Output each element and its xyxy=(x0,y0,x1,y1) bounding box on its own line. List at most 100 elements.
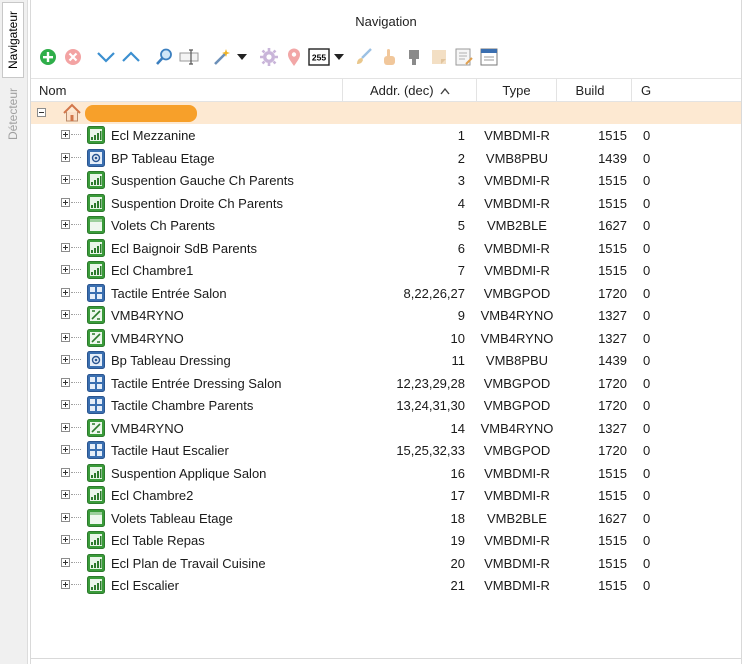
tree-root-row[interactable] xyxy=(31,102,741,124)
house-icon xyxy=(63,103,81,122)
locate-button[interactable] xyxy=(283,46,305,68)
expand-toggle[interactable] xyxy=(61,445,70,454)
expand-toggle[interactable] xyxy=(61,580,70,589)
expand-toggle[interactable] xyxy=(61,332,70,342)
expand-toggle[interactable] xyxy=(61,422,70,432)
move-down-button[interactable] xyxy=(95,46,117,68)
move-up-button[interactable] xyxy=(120,46,142,68)
document-edit-button[interactable] xyxy=(453,46,475,68)
expand-toggle[interactable] xyxy=(61,310,70,319)
expand-toggle[interactable] xyxy=(61,220,70,229)
remove-icon xyxy=(65,49,81,65)
expand-toggle[interactable] xyxy=(61,377,70,387)
address-button[interactable]: 255 xyxy=(308,46,330,68)
module-row[interactable]: Ecl Plan de Travail Cuisine 20 VMBDMI-R 151… xyxy=(31,552,741,575)
module-row[interactable]: Ecl Chambre2 17 VMBDMI-R 1515 0 xyxy=(31,484,741,507)
module-type: VMBDMI-R xyxy=(484,465,550,481)
expand-toggle[interactable] xyxy=(61,242,70,252)
expand-toggle[interactable] xyxy=(61,400,70,409)
wand-button[interactable] xyxy=(211,46,233,68)
expand-toggle[interactable] xyxy=(61,557,70,567)
expand-toggle[interactable] xyxy=(61,130,70,139)
module-row[interactable]: Ecl Chambre1 7 VMBDMI-R 1515 0 xyxy=(31,259,741,282)
module-g: 0 xyxy=(643,150,651,166)
search-button[interactable] xyxy=(153,46,175,68)
gear-icon xyxy=(260,48,278,66)
module-g: 0 xyxy=(643,398,651,413)
expand-toggle[interactable] xyxy=(61,535,70,544)
expand-toggle[interactable] xyxy=(61,467,70,477)
module-name: Ecl Baignoir SdB Parents xyxy=(111,240,257,256)
remove-button[interactable] xyxy=(62,46,84,68)
expand-toggle[interactable] xyxy=(61,287,70,297)
column-type[interactable]: Type xyxy=(477,79,557,101)
module-row[interactable]: VMB4RYNO 10 VMB4RYNO 1327 0 xyxy=(31,327,741,350)
tree-connector xyxy=(71,201,81,203)
expand-toggle[interactable] xyxy=(61,152,70,162)
address-dropdown[interactable] xyxy=(333,46,345,68)
tab-detecteur[interactable]: Détecteur xyxy=(2,80,24,148)
module-address: 18 xyxy=(450,510,465,526)
window-icon xyxy=(480,48,498,66)
tree-connector xyxy=(71,134,81,135)
module-row[interactable]: Tactile Entrée Dressing Salon 12,23,29,28… xyxy=(31,372,741,395)
column-nom[interactable]: Nom xyxy=(31,79,343,101)
module-row[interactable]: Volets Ch Parents 5 VMB2BLE 1627 0 xyxy=(31,214,741,237)
module-row[interactable]: VMB4RYNO 9 VMB4RYNO 1327 0 xyxy=(31,304,741,327)
module-row[interactable]: Volets Tableau Etage 18 VMB2BLE 1627 0 xyxy=(31,507,741,530)
module-row[interactable]: Ecl Escalier 21 VMBDMI-R 1515 0 xyxy=(31,574,741,597)
module-row[interactable]: Ecl Mezzanine 1 VMBDMI-R 1515 0 xyxy=(31,124,741,147)
module-tree: Ecl Mezzanine 1 VMBDMI-R 1515 0 BP Tableau Et… xyxy=(31,102,741,597)
module-row[interactable]: Suspention Gauche Ch Parents 3 VMBDMI-R 151… xyxy=(31,169,741,192)
module-row[interactable]: BP Tableau Etage 2 VMB8PBU 1439 0 xyxy=(31,147,741,170)
tab-navigateur[interactable]: Navigateur xyxy=(2,2,24,78)
window-button[interactable] xyxy=(478,46,500,68)
expand-toggle[interactable] xyxy=(61,265,70,274)
tree-connector xyxy=(71,584,81,585)
tree-connector xyxy=(71,269,81,270)
expand-toggle[interactable] xyxy=(61,355,70,364)
note-icon xyxy=(432,50,446,64)
module-name: Suspention Applique Salon xyxy=(111,465,267,481)
module-g: 0 xyxy=(643,263,651,278)
module-row[interactable]: Tactile Entrée Salon 8,22,26,27 VMBGPOD 172… xyxy=(31,282,741,305)
relay-icon xyxy=(87,418,105,437)
module-row[interactable]: Ecl Baignoir SdB Parents 6 VMBDMI-R 1515 0 xyxy=(31,237,741,260)
module-type: VMBDMI-R xyxy=(484,195,550,211)
module-row[interactable]: Ecl Table Repas 19 VMBDMI-R 1515 0 xyxy=(31,529,741,552)
module-build: 1515 xyxy=(598,578,627,593)
settings-button[interactable] xyxy=(258,46,280,68)
column-g[interactable]: G xyxy=(632,79,662,101)
module-row[interactable]: Suspention Applique Salon 16 VMBDMI-R 1515 0 xyxy=(31,462,741,485)
module-build: 1720 xyxy=(598,375,627,391)
module-type: VMBDMI-R xyxy=(484,578,550,593)
module-row[interactable]: Suspention Droite Ch Parents 4 VMBDMI-R 151… xyxy=(31,192,741,215)
module-address: 5 xyxy=(457,218,465,233)
module-build: 1439 xyxy=(598,353,627,368)
module-row[interactable]: Tactile Chambre Parents 13,24,31,30 VMBGPO… xyxy=(31,394,741,417)
wand-dropdown[interactable] xyxy=(236,46,248,68)
column-build[interactable]: Build xyxy=(557,79,632,101)
module-row[interactable]: Tactile Haut Escalier 15,25,32,33 VMBGPOD 1… xyxy=(31,439,741,462)
module-row[interactable]: VMB4RYNO 14 VMB4RYNO 1327 0 xyxy=(31,417,741,440)
column-header: Nom Addr. (dec) Type Build G xyxy=(31,78,741,102)
tree-connector xyxy=(71,381,81,383)
expand-toggle[interactable] xyxy=(61,197,70,207)
note-button[interactable] xyxy=(428,46,450,68)
address-badge-text: 255 xyxy=(312,53,326,63)
collapse-toggle[interactable] xyxy=(37,108,46,117)
stamp-button[interactable] xyxy=(403,46,425,68)
brush-button[interactable] xyxy=(353,46,375,68)
module-row[interactable]: Bp Tableau Dressing 11 VMB8PBU 1439 0 xyxy=(31,349,741,372)
add-button[interactable] xyxy=(37,46,59,68)
dropdown-arrow-icon xyxy=(237,54,247,60)
module-build: 1720 xyxy=(598,285,627,301)
module-g: 0 xyxy=(643,488,651,503)
rename-button[interactable] xyxy=(178,46,200,68)
expand-toggle[interactable] xyxy=(61,490,70,499)
hand-button[interactable] xyxy=(378,46,400,68)
column-addr[interactable]: Addr. (dec) xyxy=(343,79,477,101)
expand-toggle[interactable] xyxy=(61,512,70,522)
expand-toggle[interactable] xyxy=(61,175,70,184)
module-name: Bp Tableau Dressing xyxy=(111,353,231,368)
